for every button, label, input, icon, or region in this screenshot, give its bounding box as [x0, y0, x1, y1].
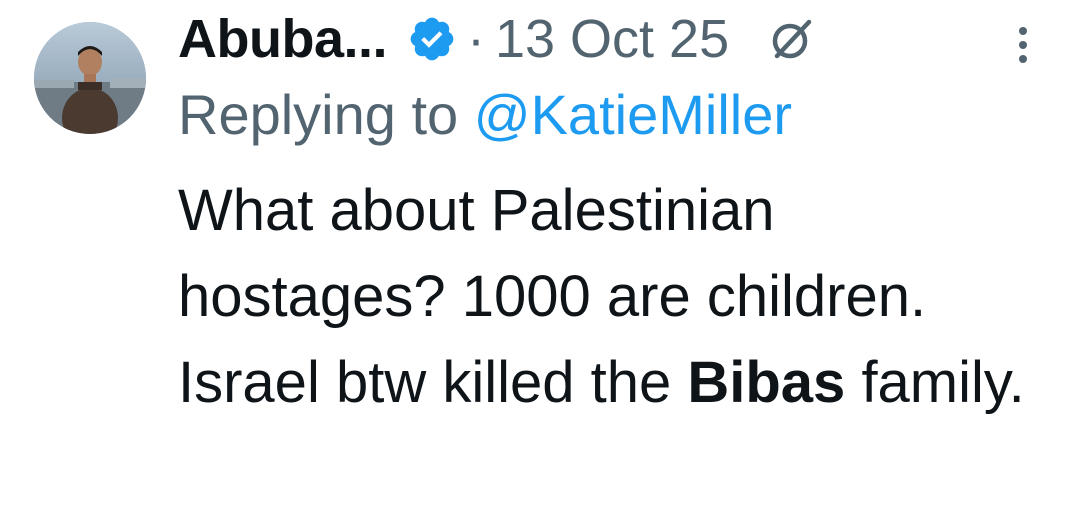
verified-badge-icon[interactable]: [407, 14, 457, 64]
avatar-image: [34, 22, 146, 134]
tweet-card[interactable]: Abuba... · 13 Oct 25 Replying to @KatieM…: [0, 0, 1080, 526]
separator-dot: ·: [467, 9, 485, 69]
mention-link[interactable]: @KatieMiller: [474, 83, 792, 146]
grok-icon[interactable]: [769, 16, 815, 62]
display-name[interactable]: Abuba...: [178, 8, 388, 70]
tweet-text: What about Palestinian hostages? 1000 ar…: [178, 168, 1058, 426]
tweet-text-part: family.: [861, 350, 1025, 415]
tweet-text-bold: Bibas: [687, 350, 846, 415]
tweet-date[interactable]: 13 Oct 25: [495, 8, 729, 70]
more-vertical-icon[interactable]: [1010, 22, 1036, 68]
replying-to-label: Replying to: [178, 83, 459, 146]
tweet-header: Abuba... · 13 Oct 25: [178, 2, 815, 76]
avatar[interactable]: [34, 22, 146, 134]
replying-to-line: Replying to @KatieMiller: [178, 82, 792, 147]
